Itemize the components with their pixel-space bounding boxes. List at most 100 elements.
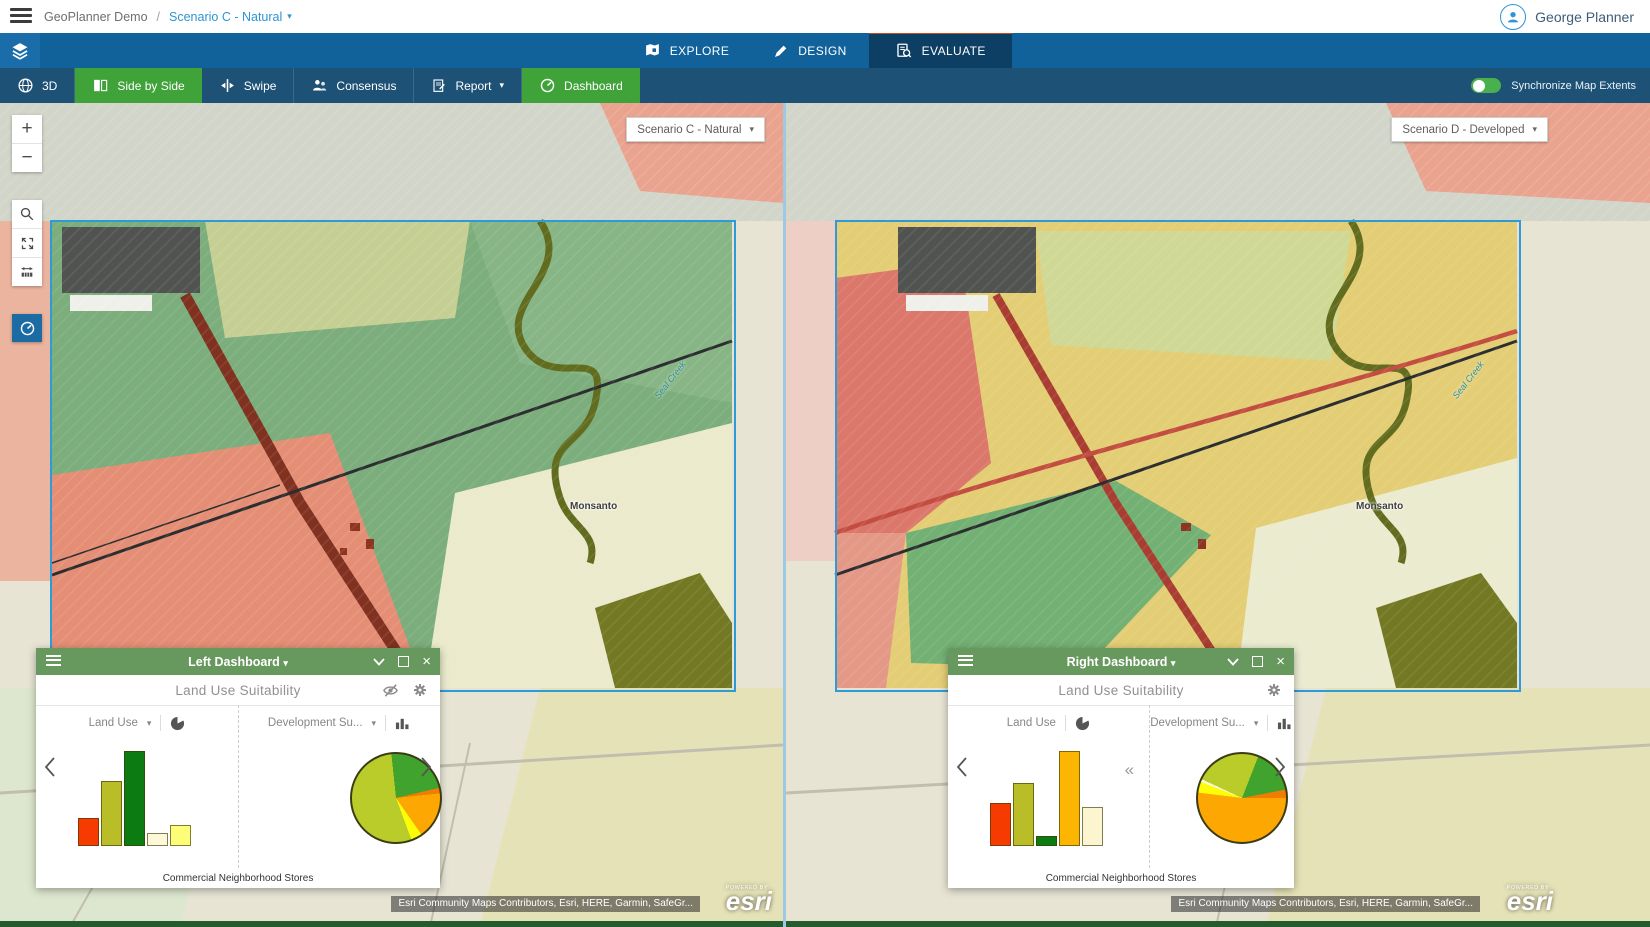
3d-label: 3D bbox=[42, 79, 57, 93]
left-map-pane: Monsanto Seal Creek + − bbox=[0, 103, 783, 927]
swipe-icon bbox=[219, 77, 236, 94]
subheader-icons bbox=[382, 682, 428, 699]
map-attribution: Esri Community Maps Contributors, Esri, … bbox=[1171, 896, 1480, 912]
right-scenario-select[interactable]: Scenario D - Developed ▾ bbox=[1391, 117, 1548, 142]
land-use-bar-chart bbox=[78, 751, 191, 846]
tab-evaluate[interactable]: EVALUATE bbox=[869, 33, 1012, 68]
pie-chart-icon[interactable] bbox=[1075, 716, 1090, 731]
search-icon bbox=[19, 206, 35, 222]
person-icon bbox=[1505, 9, 1521, 25]
carousel-next-button[interactable] bbox=[420, 756, 432, 778]
left-scenario-select[interactable]: Scenario C - Natural ▾ bbox=[626, 117, 765, 142]
dashboard-tool-button[interactable] bbox=[12, 314, 42, 342]
side-by-side-button[interactable]: Side by Side bbox=[75, 68, 201, 103]
land-use-selector[interactable]: Land Use bbox=[948, 710, 1149, 736]
tab-explore[interactable]: EXPLORE bbox=[622, 33, 752, 68]
right-dashboard-header[interactable]: Right Dashboard ▾ × bbox=[948, 648, 1294, 675]
dashboard-button[interactable]: Dashboard bbox=[522, 68, 640, 103]
app-header: GeoPlanner Demo / Scenario C - Natural ▾… bbox=[0, 0, 1650, 33]
carousel-prev-button[interactable] bbox=[44, 756, 56, 778]
caret-down-icon: ▾ bbox=[1532, 125, 1537, 134]
dashboard-tool bbox=[12, 314, 42, 342]
development-selector[interactable]: Development Su... ▾ bbox=[238, 710, 440, 736]
widget-divider bbox=[1149, 705, 1150, 868]
chevron-left-icon bbox=[44, 756, 56, 778]
close-button[interactable]: × bbox=[422, 654, 431, 669]
search-button[interactable] bbox=[12, 200, 42, 229]
side-by-side-label: Side by Side bbox=[117, 79, 184, 93]
tab-design[interactable]: DESIGN bbox=[751, 33, 868, 68]
chevron-down-icon bbox=[373, 658, 385, 666]
map-icon bbox=[644, 42, 661, 59]
dashboard-icon bbox=[19, 320, 36, 337]
menu-icon[interactable] bbox=[10, 8, 32, 24]
caret-down-icon: ▾ bbox=[1254, 719, 1259, 728]
left-dashboard-title: Left Dashboard bbox=[188, 655, 280, 669]
bar-cream bbox=[1082, 807, 1103, 846]
divider bbox=[1267, 715, 1268, 731]
esri-wordmark: esri bbox=[1507, 886, 1553, 916]
collapse-widget-button[interactable]: « bbox=[1125, 760, 1134, 780]
map-edge-strip bbox=[786, 921, 1650, 927]
development-widget: Development Su... ▾ bbox=[238, 706, 440, 846]
carousel-next-button[interactable] bbox=[1274, 756, 1286, 778]
land-use-selector-label: Land Use bbox=[89, 717, 138, 729]
breadcrumb: GeoPlanner Demo / Scenario C - Natural ▾ bbox=[44, 0, 292, 33]
left-dashboard-subtitle: Land Use Suitability bbox=[36, 683, 440, 698]
zoom-in-button[interactable]: + bbox=[12, 115, 42, 144]
layers-button[interactable] bbox=[0, 33, 40, 68]
collapse-button[interactable] bbox=[373, 658, 385, 666]
panel-window-buttons: × bbox=[373, 648, 431, 675]
report-button[interactable]: Report ▾ bbox=[414, 68, 522, 103]
sync-extents-label: Synchronize Map Extents bbox=[1511, 80, 1636, 92]
expand-icon bbox=[20, 236, 35, 251]
visibility-icon[interactable] bbox=[382, 682, 399, 699]
development-selector-label: Development Su... bbox=[1150, 717, 1245, 729]
land-use-selector[interactable]: Land Use ▾ bbox=[36, 710, 238, 736]
gear-icon[interactable] bbox=[1266, 682, 1282, 698]
development-selector[interactable]: Development Su... ▾ bbox=[1149, 710, 1294, 736]
consensus-label: Consensus bbox=[336, 79, 396, 93]
3d-button[interactable]: 3D bbox=[0, 68, 75, 103]
left-map-controls: + − bbox=[12, 115, 42, 356]
evaluate-icon bbox=[895, 42, 913, 60]
left-dashboard-footer-label: Commercial Neighborhood Stores bbox=[36, 873, 440, 884]
maximize-icon bbox=[398, 656, 409, 667]
carousel-prev-button[interactable] bbox=[956, 756, 968, 778]
full-extent-button[interactable] bbox=[12, 229, 42, 258]
measure-button[interactable] bbox=[12, 258, 42, 286]
evaluate-toolbar: 3D Side by Side Swipe Consensus bbox=[0, 68, 1650, 103]
close-button[interactable]: × bbox=[1276, 654, 1285, 669]
user-menu[interactable]: George Planner bbox=[1500, 0, 1634, 33]
tab-evaluate-label: EVALUATE bbox=[922, 44, 986, 58]
gear-icon[interactable] bbox=[412, 682, 428, 698]
bar-olive bbox=[1013, 783, 1034, 846]
scenario-breadcrumb-link[interactable]: Scenario C - Natural ▾ bbox=[169, 10, 292, 24]
maximize-button[interactable] bbox=[398, 656, 409, 667]
sync-extents-toggle[interactable] bbox=[1471, 78, 1501, 93]
esri-logo: POWERED BY esri bbox=[1507, 885, 1553, 915]
geoplanner-app: { "header": { "app_title": "GeoPlanner D… bbox=[0, 0, 1650, 927]
zoom-out-button[interactable]: − bbox=[12, 144, 42, 172]
map-edge-strip bbox=[0, 921, 783, 927]
report-icon bbox=[431, 78, 447, 94]
tab-explore-label: EXPLORE bbox=[670, 44, 730, 58]
scenario-link-label: Scenario C - Natural bbox=[169, 10, 282, 24]
swipe-button[interactable]: Swipe bbox=[202, 68, 295, 103]
collapse-button[interactable] bbox=[1227, 658, 1239, 666]
right-dashboard-footer-label: Commercial Neighborhood Stores bbox=[948, 873, 1294, 884]
panel-menu-icon[interactable] bbox=[958, 655, 973, 669]
bar-red bbox=[78, 818, 99, 847]
pie-chart-icon[interactable] bbox=[170, 716, 185, 731]
chevron-left-icon bbox=[956, 756, 968, 778]
land-use-widget: Land Use ▾ bbox=[36, 706, 238, 846]
bar-chart-icon[interactable] bbox=[1277, 716, 1292, 731]
panel-menu-icon[interactable] bbox=[46, 655, 61, 669]
right-scenario-value: Scenario D - Developed bbox=[1402, 124, 1524, 136]
maximize-button[interactable] bbox=[1252, 656, 1263, 667]
toggle-knob bbox=[1473, 80, 1485, 92]
left-dashboard-header[interactable]: Left Dashboard ▾ × bbox=[36, 648, 440, 675]
land-use-selector-label: Land Use bbox=[1007, 717, 1056, 729]
consensus-button[interactable]: Consensus bbox=[294, 68, 414, 103]
bar-chart-icon[interactable] bbox=[395, 716, 410, 731]
